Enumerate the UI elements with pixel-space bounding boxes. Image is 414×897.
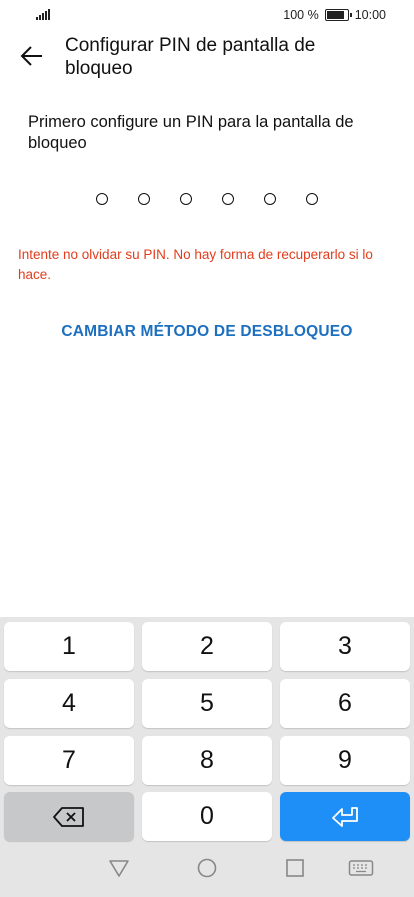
pin-dot xyxy=(96,193,108,205)
battery-icon xyxy=(324,9,352,21)
clock: 10:00 xyxy=(354,8,386,22)
nav-recents-icon[interactable] xyxy=(285,857,305,879)
pin-dot xyxy=(264,193,276,205)
key-4[interactable]: 4 xyxy=(4,679,134,728)
keyboard-icon[interactable] xyxy=(348,857,374,879)
key-7[interactable]: 7 xyxy=(4,736,134,785)
key-1[interactable]: 1 xyxy=(4,622,134,671)
warning-message: Intente no olvidar su PIN. No hay forma … xyxy=(18,247,373,282)
key-2[interactable]: 2 xyxy=(142,622,272,671)
nav-back-icon[interactable] xyxy=(107,857,131,879)
pin-dot xyxy=(180,193,192,205)
pin-dot xyxy=(222,193,234,205)
change-unlock-method-button[interactable]: CAMBIAR MÉTODO DE DESBLOQUEO xyxy=(0,323,414,341)
pin-dot xyxy=(306,193,318,205)
key-3[interactable]: 3 xyxy=(280,622,410,671)
enter-key[interactable] xyxy=(280,792,410,841)
navigation-bar xyxy=(0,843,414,897)
pin-entry-field[interactable] xyxy=(96,193,318,205)
numeric-keypad: 1 2 3 4 5 6 7 8 9 0 xyxy=(0,617,414,843)
pin-prompt: Primero configure un PIN para la pantall… xyxy=(28,113,354,152)
back-button[interactable] xyxy=(18,42,46,70)
enter-icon xyxy=(332,806,358,827)
pin-dot xyxy=(138,193,150,205)
key-5[interactable]: 5 xyxy=(142,679,272,728)
signal-icon xyxy=(36,8,50,20)
key-0[interactable]: 0 xyxy=(142,792,272,841)
battery-percent: 100 % xyxy=(283,8,319,22)
page-title: Configurar PIN de pantalla de bloqueo xyxy=(65,35,316,79)
backspace-key[interactable] xyxy=(4,792,134,841)
nav-home-icon[interactable] xyxy=(196,857,218,879)
key-9[interactable]: 9 xyxy=(280,736,410,785)
status-bar: 100 % 10:00 xyxy=(0,0,414,30)
key-8[interactable]: 8 xyxy=(142,736,272,785)
key-6[interactable]: 6 xyxy=(280,679,410,728)
back-arrow-icon xyxy=(20,46,42,66)
header: Configurar PIN de pantalla de bloqueo xyxy=(0,30,414,86)
backspace-icon xyxy=(53,806,84,827)
